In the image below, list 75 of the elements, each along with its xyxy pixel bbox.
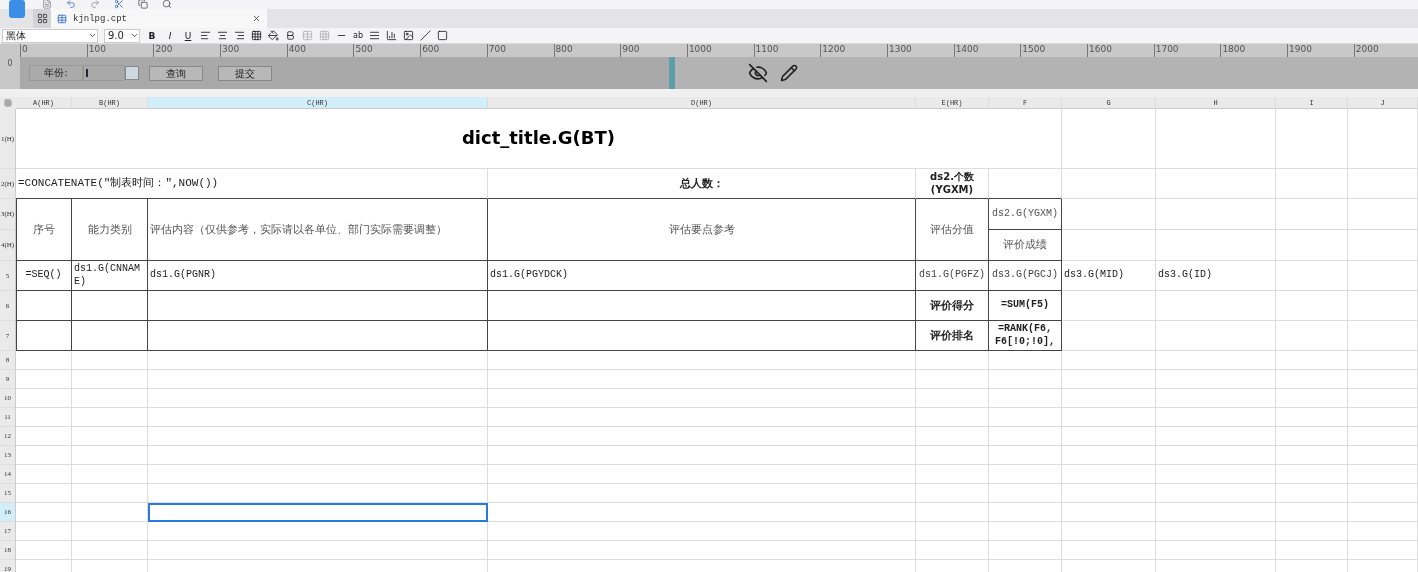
grid-add-button[interactable] xyxy=(33,9,51,28)
font-size-value: 9.0 xyxy=(108,30,124,41)
table-cell[interactable]: ds1.G(PGNR) xyxy=(148,261,488,291)
font-select[interactable]: 黑体 xyxy=(2,28,98,43)
chart-icon[interactable] xyxy=(386,30,397,41)
align-left-icon[interactable] xyxy=(200,30,211,41)
table-cell[interactable]: ds2.个数(YGXM) xyxy=(916,169,989,199)
image-icon[interactable] xyxy=(403,30,414,41)
align-center-icon[interactable] xyxy=(217,30,228,41)
table-icon xyxy=(57,13,67,24)
table-cell[interactable]: ds1.G(PGYDCK) xyxy=(488,261,916,291)
table-cell[interactable]: =CONCATENATE("制表时间：",NOW()) xyxy=(16,169,488,199)
submit-button[interactable]: 提交 xyxy=(218,65,272,81)
table-cell[interactable]: 序号 xyxy=(16,199,72,261)
close-icon[interactable] xyxy=(252,14,261,23)
undo-icon[interactable] xyxy=(66,0,76,9)
pencil-icon[interactable] xyxy=(780,64,798,82)
search-icon[interactable] xyxy=(162,0,172,9)
select-all-button[interactable] xyxy=(0,97,16,109)
table-cell[interactable]: =RANK(F6, F6[!0;!0], xyxy=(989,321,1062,351)
empty-cell[interactable] xyxy=(148,291,488,321)
empty-cell[interactable] xyxy=(72,291,148,321)
year-input-field[interactable] xyxy=(83,65,125,81)
borders-icon[interactable] xyxy=(251,30,262,41)
cell-selection[interactable] xyxy=(148,503,488,522)
table-cell[interactable]: ds3.G(MID) xyxy=(1062,261,1156,291)
app-logo-icon xyxy=(9,0,25,18)
table-cell[interactable]: dict_title.G(BT) xyxy=(16,109,1062,169)
text-insert-button[interactable]: ab xyxy=(353,31,363,40)
table-cell[interactable]: 评估要点参考 xyxy=(488,199,916,261)
table-cell[interactable]: 能力类别 xyxy=(72,199,148,261)
table-cell[interactable]: 评估内容（仅供参考，实际请以各单位、部门实际需要调整） xyxy=(148,199,488,261)
table-cell[interactable]: 评估分值 xyxy=(916,199,989,261)
tab-title: kjnlpg.cpt xyxy=(73,13,128,24)
table-cell[interactable]: ds1.G(PGFZ) xyxy=(916,261,989,291)
table-cell[interactable]: =SEQ() xyxy=(16,261,72,291)
document-icon[interactable] xyxy=(42,0,52,9)
size-select[interactable]: 9.0 xyxy=(104,28,140,43)
empty-cell[interactable] xyxy=(488,321,916,351)
splitter-handle[interactable] xyxy=(669,57,675,89)
copy-icon[interactable] xyxy=(138,0,148,9)
fill-bucket-icon[interactable] xyxy=(268,30,279,41)
dropdown-button[interactable] xyxy=(125,66,139,80)
table-cell[interactable]: =SUM(F5) xyxy=(989,291,1062,321)
table-cell[interactable]: ds1.G(CNNAME) xyxy=(72,261,148,291)
text-cursor xyxy=(86,69,88,77)
table-cell[interactable]: ds2.G(YGXM) xyxy=(989,199,1062,230)
table-cell[interactable]: ds3.G(PGCJ) xyxy=(989,261,1062,291)
border-square-icon[interactable] xyxy=(437,30,448,41)
underline-button[interactable]: U xyxy=(182,30,194,41)
scissors-icon[interactable] xyxy=(114,0,124,9)
split-cells-icon[interactable] xyxy=(319,30,330,41)
ruler-label: 0 xyxy=(7,59,13,70)
table-cell[interactable]: 评价排名 xyxy=(916,321,989,351)
file-tab[interactable]: kjnlpg.cpt xyxy=(51,9,267,28)
table-cell[interactable]: 评价得分 xyxy=(916,291,989,321)
caret-icon xyxy=(130,31,139,40)
merge-cells-icon[interactable] xyxy=(302,30,313,41)
empty-cell[interactable] xyxy=(72,321,148,351)
paragraph-icon[interactable] xyxy=(369,30,380,41)
table-cell[interactable]: ds3.G(ID) xyxy=(1156,261,1276,291)
table-cell[interactable]: 评价成绩 xyxy=(989,230,1062,261)
slash-icon[interactable] xyxy=(420,30,431,41)
align-right-icon[interactable] xyxy=(234,30,245,41)
font-name: 黑体 xyxy=(6,28,26,43)
year-label: 年份: xyxy=(29,65,83,81)
italic-button[interactable]: I xyxy=(164,30,176,41)
query-button[interactable]: 查询 xyxy=(149,65,203,81)
empty-cell[interactable] xyxy=(148,321,488,351)
caret-icon xyxy=(88,31,97,40)
eye-off-icon[interactable] xyxy=(748,63,768,83)
bold-button[interactable]: B xyxy=(146,30,158,41)
empty-cell[interactable] xyxy=(488,291,916,321)
table-cell[interactable]: 总人数： xyxy=(488,169,916,199)
redo-icon[interactable] xyxy=(90,0,100,9)
